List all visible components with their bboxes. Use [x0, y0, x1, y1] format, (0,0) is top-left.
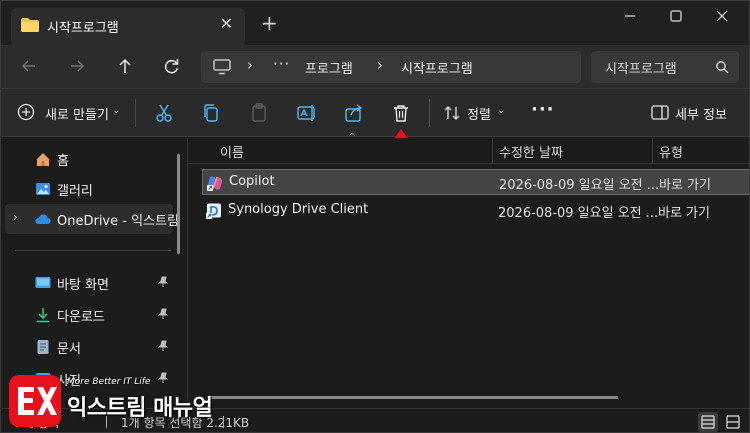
pin-icon[interactable]: [157, 308, 169, 320]
file-row-synology[interactable]: Synology Drive Client 2026-08-09 일요일 오전 …: [202, 198, 749, 224]
rename-icon[interactable]: [296, 102, 318, 124]
download-icon: [37, 308, 49, 323]
column-divider[interactable]: [652, 138, 653, 164]
file-modified: 2026-08-09 일요일 오전 ...: [498, 206, 659, 221]
breadcrumb-overflow[interactable]: ···: [273, 55, 290, 73]
file-explorer-window: 시작프로그램 ✕ + › ··· 프로그램 › 시작프로그램 시작프로그램 새로…: [0, 0, 750, 433]
navigation-pane: 홈 갤러리 › OneDrive - 익스트림 바탕 화면 다운로드 문서 사진: [1, 138, 187, 408]
plus-icon[interactable]: +: [261, 13, 278, 33]
sidebar-item-label: 다운로드: [57, 310, 105, 325]
column-divider[interactable]: [492, 138, 493, 164]
close-icon[interactable]: ✕: [220, 16, 233, 32]
sidebar-item-home[interactable]: 홈: [5, 144, 173, 174]
command-bar: 새로 만들기 ⌄ 정렬 ⌄ ··· 세부 정보: [1, 89, 749, 137]
sidebar-scrollbar[interactable]: [177, 154, 180, 254]
share-icon[interactable]: [343, 102, 365, 124]
paste-icon[interactable]: [248, 102, 270, 124]
logo-name: 익스트림 매뉴얼: [67, 396, 213, 421]
sidebar-item-desktop[interactable]: 바탕 화면: [5, 268, 173, 298]
maximize-icon[interactable]: [653, 5, 699, 27]
add-circle-icon: [17, 103, 35, 121]
document-icon: [37, 340, 49, 354]
column-header: ^ 이름 수정한 날짜 유형: [188, 132, 749, 164]
column-modified[interactable]: 수정한 날짜: [499, 142, 563, 161]
breadcrumb-startup[interactable]: 시작프로그램: [401, 58, 473, 77]
sidebar-item-downloads[interactable]: 다운로드: [5, 300, 173, 330]
search-placeholder: 시작프로그램: [605, 62, 677, 77]
sort-ascending-icon: ^: [348, 132, 357, 143]
file-row-copilot[interactable]: Copilot 2026-08-09 일요일 오전 ... 바로 가기: [202, 169, 749, 195]
address-bar: › ··· 프로그램 › 시작프로그램 시작프로그램: [1, 45, 749, 89]
file-name: Synology Drive Client: [228, 202, 369, 217]
copilot-icon: [207, 176, 222, 191]
forward-arrow-icon[interactable]: [63, 54, 91, 78]
refresh-icon[interactable]: [158, 54, 186, 78]
sidebar-item-gallery[interactable]: 갤러리: [5, 174, 173, 204]
logo-ex-icon: [18, 387, 57, 415]
close-icon[interactable]: [699, 5, 745, 27]
sidebar-item-label: OneDrive - 익스트림: [57, 214, 179, 229]
column-name[interactable]: 이름: [220, 142, 244, 161]
search-icon: [716, 61, 729, 74]
minimize-icon[interactable]: [607, 5, 653, 27]
gallery-icon: [36, 183, 50, 195]
toolbar-divider: [429, 99, 430, 127]
up-arrow-icon[interactable]: [111, 54, 139, 78]
tab-startup[interactable]: 시작프로그램 ✕: [11, 8, 245, 45]
cut-icon[interactable]: [153, 102, 175, 124]
sidebar-item-label: 문서: [57, 342, 81, 357]
sidebar-item-label: 홈: [57, 154, 69, 169]
sidebar-item-label: 갤러리: [57, 184, 93, 199]
file-name: Copilot: [229, 174, 275, 189]
new-button-label: 새로 만들기: [45, 108, 109, 123]
home-icon: [37, 153, 49, 166]
pin-icon[interactable]: [157, 276, 169, 288]
sort-button-label: 정렬: [467, 108, 491, 123]
file-type: 바로 가기: [659, 178, 711, 193]
sidebar-divider: [15, 250, 171, 251]
title-bar: 시작프로그램 ✕ +: [1, 1, 749, 45]
folder-icon: [21, 18, 39, 32]
chevron-down-icon: ⌄: [112, 105, 121, 116]
chevron-right-icon[interactable]: ›: [13, 210, 18, 224]
search-input[interactable]: 시작프로그램: [591, 51, 739, 83]
file-list: ^ 이름 수정한 날짜 유형 Copilot 2026-08-09 일요일 오전…: [187, 132, 749, 408]
delete-icon[interactable]: [390, 102, 412, 124]
tiles-view-icon[interactable]: [723, 412, 743, 432]
details-pane-icon: [651, 105, 669, 120]
file-modified: 2026-08-09 일요일 오전 ...: [499, 178, 660, 193]
copy-icon[interactable]: [200, 102, 222, 124]
sort-icon: [444, 106, 460, 120]
horizontal-scrollbar[interactable]: [208, 396, 618, 399]
column-type[interactable]: 유형: [659, 142, 683, 161]
synology-drive-icon: [206, 203, 221, 219]
computer-icon: [213, 59, 231, 75]
breadcrumb[interactable]: › ··· 프로그램 › 시작프로그램: [201, 51, 581, 83]
sidebar-item-onedrive[interactable]: › OneDrive - 익스트림: [5, 204, 179, 234]
breadcrumb-programs[interactable]: 프로그램: [305, 58, 353, 77]
toolbar-divider: [135, 99, 136, 127]
chevron-right-icon: ›: [377, 56, 383, 74]
logo-tagline: More Better IT Life: [67, 377, 151, 387]
watermark-logo: More Better IT Life 익스트림 매뉴얼: [5, 371, 225, 431]
tab-title: 시작프로그램: [47, 21, 119, 36]
chevron-right-icon: ›: [247, 56, 253, 74]
sidebar-item-documents[interactable]: 문서: [5, 332, 173, 362]
pin-icon[interactable]: [157, 340, 169, 352]
details-view-icon[interactable]: [698, 412, 718, 432]
chevron-down-icon: ⌄: [497, 105, 506, 116]
details-pane-label: 세부 정보: [675, 108, 727, 123]
cloud-icon: [35, 214, 51, 224]
logo-badge: [9, 375, 61, 427]
file-type: 바로 가기: [658, 206, 710, 221]
desktop-icon: [35, 277, 51, 288]
more-options-button[interactable]: ···: [531, 99, 555, 120]
back-arrow-icon[interactable]: [15, 54, 43, 78]
sidebar-item-label: 바탕 화면: [57, 278, 109, 293]
